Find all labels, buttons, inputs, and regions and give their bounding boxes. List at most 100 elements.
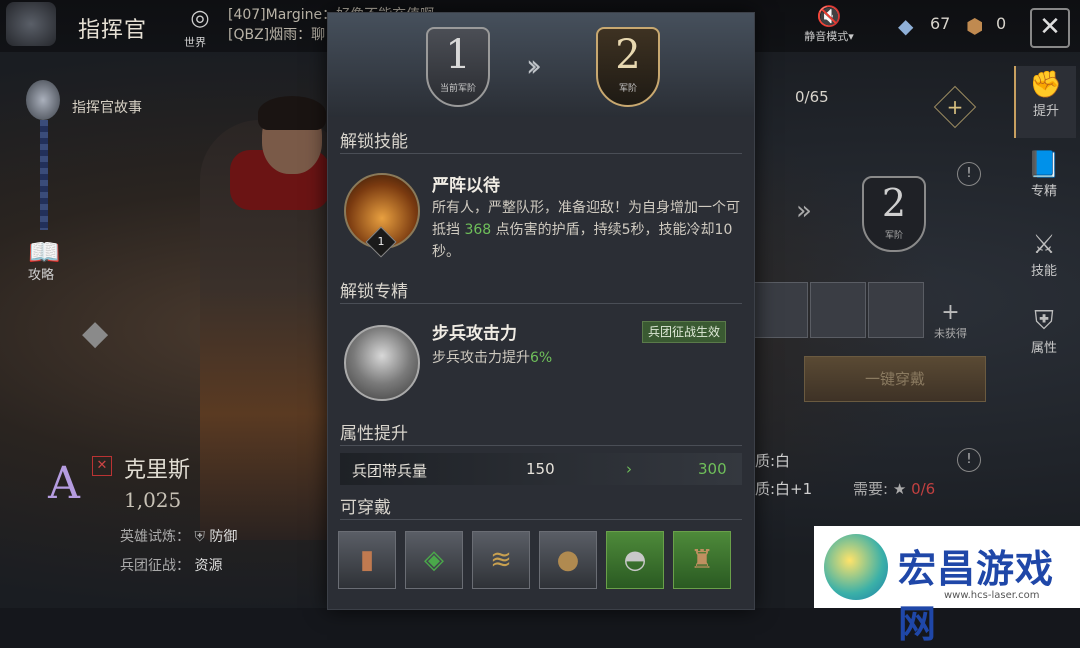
mute-mode-button[interactable]: 🔇 静音模式▾: [794, 4, 864, 44]
tab-upgrade[interactable]: ✊ 提升: [1014, 66, 1076, 138]
plus-icon: +: [946, 95, 964, 119]
wearable-slot[interactable]: ◓: [606, 531, 664, 589]
wearable-slot[interactable]: ◈: [405, 531, 463, 589]
divider: [340, 153, 742, 154]
crystal-icon: ◆: [898, 14, 914, 38]
equip-slot[interactable]: [810, 282, 866, 338]
current-rank-badge: 1 当前军阶: [426, 27, 490, 107]
divider: [340, 445, 742, 446]
next-rank-badge: 2 军阶: [596, 27, 660, 107]
fist-icon: ✊: [1029, 70, 1063, 100]
skill-description: 所有人，严整队形，准备迎敌！为自身增加一个可抵挡 368 点伤害的护盾，持续5秒…: [432, 197, 742, 263]
double-chevron-icon: ››: [526, 49, 542, 84]
watermark-logo-icon: [824, 534, 888, 600]
wearable-slot[interactable]: ▮: [338, 531, 396, 589]
star-icon: ★: [892, 480, 907, 498]
plus-icon: +: [941, 300, 960, 325]
divider: [340, 303, 742, 304]
trial-label: 英雄试炼：: [120, 529, 190, 545]
campaign-label: 兵团征战：: [120, 558, 190, 574]
tab-specialization-label: 专精: [1030, 184, 1057, 199]
amulet-icon: ◈: [424, 545, 444, 575]
tab-upgrade-label: 提升: [1032, 104, 1059, 119]
attr-name: 兵团带兵量: [352, 462, 428, 480]
tab-skills[interactable]: ⚔ 技能: [1014, 226, 1074, 298]
resource-count-2: 0: [996, 14, 1007, 33]
wearable-slot[interactable]: ●: [539, 531, 597, 589]
attr-from: 150: [526, 460, 555, 478]
story-icon[interactable]: [26, 80, 60, 120]
target-rank-badge: 2 军阶: [862, 176, 926, 252]
hero-power: 1,025: [124, 488, 182, 512]
wearable-title: 可穿戴: [340, 498, 391, 518]
spec-description: 步兵攻击力提升6%: [432, 347, 742, 369]
speaker-mute-icon: 🔇: [816, 4, 842, 28]
campaign-value: 资源: [194, 558, 223, 574]
page-title: 指挥官: [78, 18, 148, 43]
hero-hair: [258, 96, 326, 130]
watermark-url: www.hcs-laser.com: [944, 590, 1040, 601]
spec-tag: 兵团征战生效: [642, 321, 727, 343]
equip-slot[interactable]: [868, 282, 924, 338]
trial-value: 防御: [209, 529, 238, 545]
previous-hero-arrow-icon[interactable]: ◆: [82, 313, 108, 353]
skill-name: 严阵以待: [432, 176, 500, 196]
attr-title: 属性提升: [340, 424, 408, 444]
world-chat-icon[interactable]: ◎: [183, 6, 217, 36]
unlock-spec-title: 解锁专精: [340, 282, 408, 302]
need-label: 需要:: [853, 480, 889, 498]
next-rank-number: 2: [615, 32, 641, 78]
current-rank-number: 1: [445, 32, 471, 78]
wearable-slot[interactable]: ♜: [673, 531, 731, 589]
commander-avatar-icon[interactable]: [6, 2, 56, 46]
resource-count-1: 67: [930, 14, 951, 33]
spec-desc-value: 6%: [530, 350, 553, 366]
round-shield-icon: ●: [556, 545, 580, 575]
spec-icon[interactable]: [344, 325, 420, 401]
site-watermark: 宏昌游戏网 www.hcs-laser.com: [814, 526, 1080, 646]
unequipped-slot[interactable]: + 未获得: [934, 300, 967, 341]
equip-slot[interactable]: [752, 282, 808, 338]
one-key-equip-button[interactable]: 一键穿戴: [804, 356, 986, 402]
info-icon[interactable]: !: [957, 448, 981, 472]
hero-rank-badge: A: [48, 458, 80, 509]
tab-skills-label: 技能: [1030, 264, 1057, 279]
wearable-slot[interactable]: ≋: [472, 531, 530, 589]
book-icon: 📘: [1027, 150, 1061, 180]
armor-icon: ♜: [690, 545, 714, 575]
mute-mode-label: 静音模式▾: [804, 30, 854, 43]
next-rank-label: 军阶: [618, 84, 637, 94]
hero-campaign-info: 兵团征战： 资源: [120, 555, 222, 575]
shield-small-icon: ⛨: [194, 529, 205, 545]
spec-name: 步兵攻击力: [432, 324, 517, 344]
helmet-icon: ◓: [623, 545, 647, 575]
divider: [340, 519, 742, 520]
sandals-icon: ≋: [490, 545, 512, 575]
tab-attributes[interactable]: ⛨ 属性: [1014, 302, 1074, 374]
hero-name: 克里斯: [124, 458, 191, 483]
hero-class-icon: ✕: [92, 456, 112, 476]
bracer-icon: ▮: [359, 545, 375, 575]
sword-icon: ⚔: [1032, 230, 1056, 260]
modal-header: 1 当前军阶 ›› 2 军阶: [328, 13, 754, 117]
info-icon[interactable]: !: [957, 162, 981, 186]
double-chevron-icon: »: [796, 196, 812, 226]
attr-row: 兵团带兵量 150 › 300: [340, 453, 742, 485]
close-icon: ✕: [1039, 12, 1061, 42]
target-rank-label: 军阶: [884, 231, 903, 241]
rank-progress: 0/65: [795, 88, 829, 106]
chat-line[interactable]: [QBZ]烟雨：聊: [228, 24, 325, 44]
hero-trial-info: 英雄试炼： ⛨ 防御: [120, 526, 237, 546]
need-value: 0/6: [911, 480, 936, 498]
tab-attributes-label: 属性: [1030, 341, 1057, 356]
unlock-skill-title: 解锁技能: [340, 132, 408, 152]
shield-icon: ⛨: [1034, 306, 1054, 336]
current-rank-label: 当前军阶: [439, 84, 476, 94]
unequipped-label: 未获得: [934, 327, 967, 340]
tab-specialization[interactable]: 📘 专精: [1014, 146, 1074, 218]
commander-story-link[interactable]: 指挥官故事: [72, 97, 142, 117]
close-button[interactable]: ✕: [1030, 8, 1070, 48]
target-rank-number: 2: [881, 181, 907, 225]
guide-label[interactable]: 攻略: [28, 264, 54, 283]
banner-decoration: [40, 120, 48, 230]
